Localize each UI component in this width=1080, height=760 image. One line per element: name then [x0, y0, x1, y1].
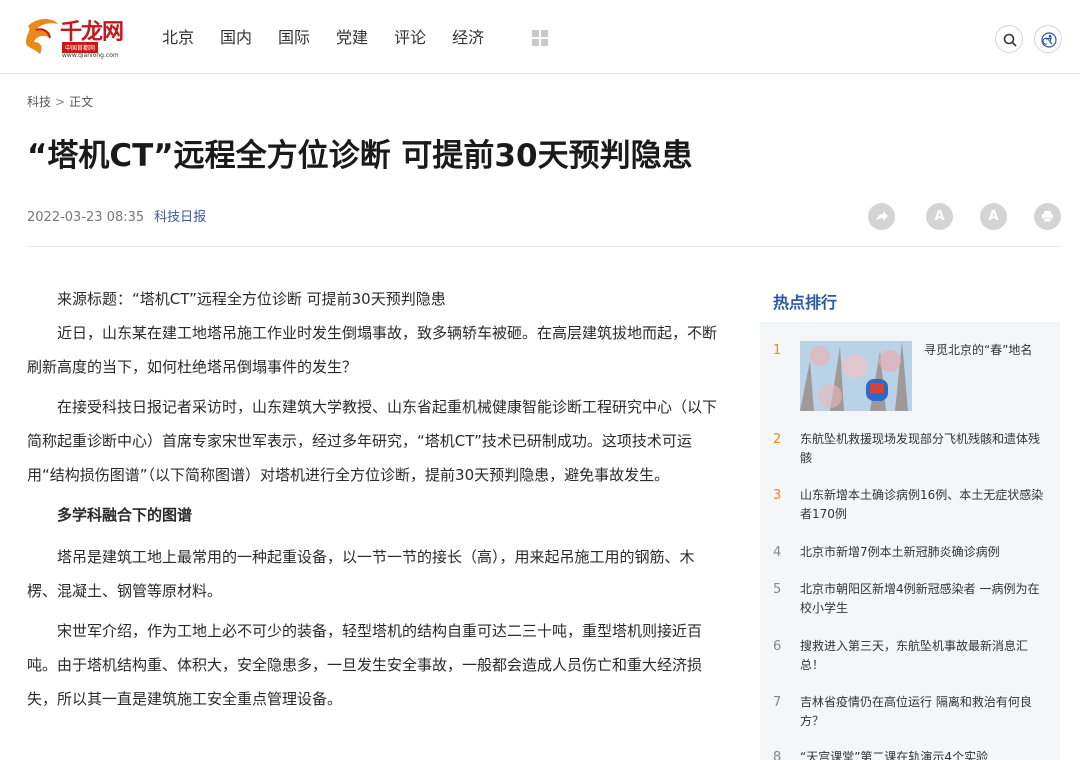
hot-list-item[interactable]: 1 寻觅北京的“春”地名	[773, 341, 1053, 411]
nav-item-international[interactable]: 国际	[278, 27, 310, 49]
spring-blossom-image	[800, 341, 912, 411]
nav-item-party[interactable]: 党建	[336, 27, 368, 49]
breadcrumb: 科技 > 正文	[27, 93, 93, 110]
hot-item-title[interactable]: “天宫课堂”第二课在轨演示4个实验	[800, 748, 1050, 760]
hot-item-title[interactable]: 寻觅北京的“春”地名	[924, 341, 1050, 360]
rank-number: 3	[773, 488, 782, 503]
search-button[interactable]	[995, 25, 1023, 53]
font-increase-icon: A	[934, 209, 945, 224]
rank-number: 6	[773, 639, 782, 654]
font-increase-button[interactable]: A	[926, 203, 953, 230]
hot-item-title[interactable]: 东航坠机救援现场发现部分飞机残骸和遗体残骸	[800, 430, 1050, 468]
hot-item-title[interactable]: 北京市新增7例本土新冠肺炎确诊病例	[800, 543, 1050, 562]
site-logo[interactable]: 千龙网 中国首都网 www.qianlong.com	[24, 14, 134, 60]
hot-item-title[interactable]: 搜救进入第三天，东航坠机事故最新消息汇总！	[800, 637, 1050, 675]
nav-item-beijing[interactable]: 北京	[162, 27, 194, 49]
logo-url: www.qianlong.com	[62, 52, 119, 59]
font-decrease-icon: A	[988, 209, 999, 224]
nav-item-domestic[interactable]: 国内	[220, 27, 252, 49]
site-header: 千龙网 中国首都网 www.qianlong.com 北京 国内 国际 党建 评…	[0, 0, 1080, 74]
article-body: 来源标题：“塔机CT”远程全方位诊断 可提前30天预判隐患 近日，山东某在建工地…	[27, 282, 717, 716]
article-source-link[interactable]: 科技日报	[154, 210, 206, 225]
article-paragraph: 来源标题：“塔机CT”远程全方位诊断 可提前30天预判隐患	[57, 290, 446, 308]
dragon-logo-icon	[26, 19, 58, 54]
font-decrease-button[interactable]: A	[980, 203, 1007, 230]
article-title: “塔机CT”远程全方位诊断 可提前30天预判隐患	[27, 138, 693, 174]
print-icon	[1042, 211, 1053, 223]
breadcrumb-section[interactable]: 科技	[27, 95, 51, 109]
print-button[interactable]	[1034, 203, 1061, 230]
nav-item-economy[interactable]: 经济	[452, 27, 484, 49]
accessibility-button[interactable]	[1034, 25, 1062, 53]
article-paragraph: 近日，山东某在建工地塔吊施工作业时发生倒塌事故，致多辆轿车被砸。在高层建筑拔地而…	[27, 324, 718, 376]
article-paragraph: 塔吊是建筑工地上最常用的一种起重设备，以一节一节的接长（高），用来起吊施工用的钢…	[27, 548, 695, 600]
rank-number: 1	[773, 343, 782, 358]
article-subheading: 多学科融合下的图谱	[57, 506, 193, 524]
breadcrumb-separator: >	[55, 95, 66, 109]
hot-item-title[interactable]: 吉林省疫情仍在高位运行 隔离和救治有何良方？	[800, 693, 1050, 731]
article-paragraph: 在接受科技日报记者采访时，山东建筑大学教授、山东省起重机械健康智能诊断工程研究中…	[27, 398, 718, 484]
hot-item-title[interactable]: 北京市朝阳区新增4例新冠感染者 一病例为在校小学生	[800, 580, 1050, 618]
hot-ranking-title: 热点排行	[773, 293, 838, 312]
publish-datetime: 2022-03-23 08:35	[27, 210, 145, 225]
hot-item-thumbnail[interactable]	[800, 341, 912, 411]
article-meta: 2022-03-23 08:35 科技日报	[27, 206, 206, 225]
rank-number: 2	[773, 432, 782, 447]
rank-number: 7	[773, 695, 782, 710]
search-icon	[1003, 33, 1017, 47]
article-paragraph: 宋世军介绍，作为工地上必不可少的装备，轻型塔机的结构自重可达二三十吨，重型塔机则…	[27, 622, 703, 708]
breadcrumb-current: 正文	[69, 95, 94, 109]
share-arrow-icon	[876, 211, 888, 221]
rank-number: 4	[773, 545, 782, 560]
hot-item-title[interactable]: 山东新增本土确诊病例16例、本土无症状感染者170例	[800, 486, 1050, 524]
main-nav: 北京 国内 国际 党建 评论 经济	[162, 27, 510, 49]
rank-number: 8	[773, 750, 782, 760]
header-divider	[27, 246, 1061, 247]
more-menu-grid-icon[interactable]	[532, 30, 548, 46]
nav-item-commentary[interactable]: 评论	[394, 27, 426, 49]
rank-number: 5	[773, 582, 782, 597]
accessibility-icon	[1041, 32, 1057, 48]
share-button[interactable]	[868, 203, 895, 230]
